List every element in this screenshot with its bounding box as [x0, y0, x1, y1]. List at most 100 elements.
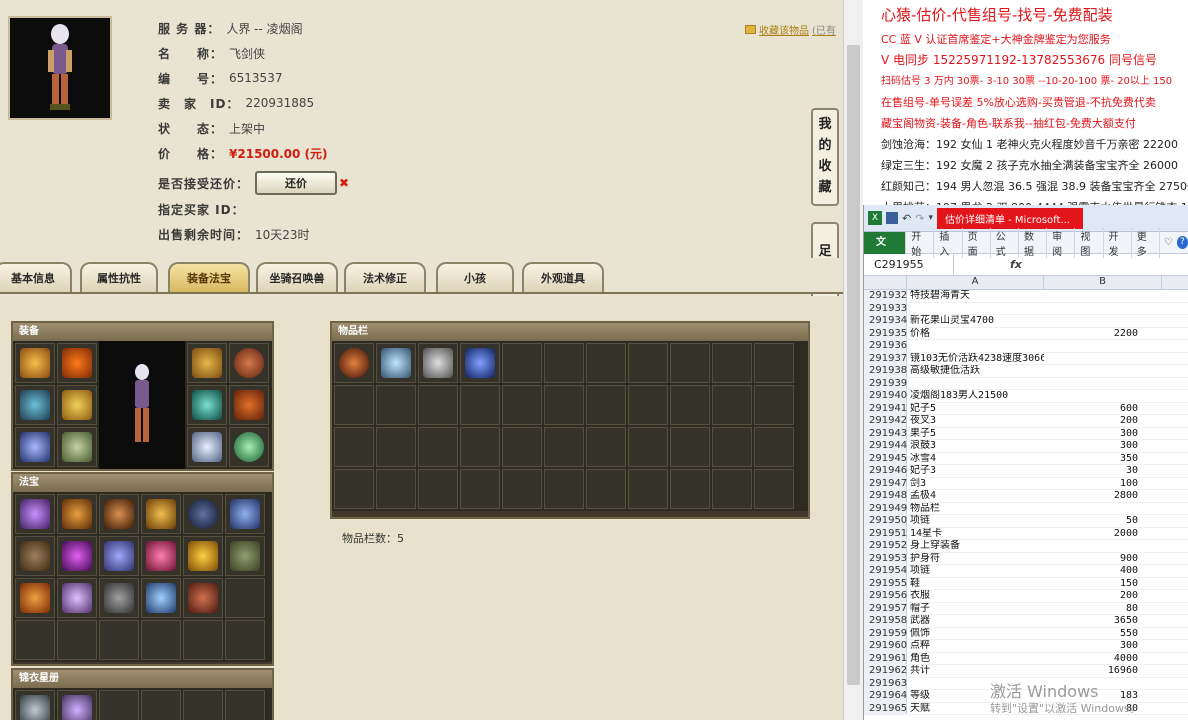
cell-b[interactable]: 30	[1044, 465, 1142, 477]
item-slot-empty[interactable]	[670, 427, 710, 467]
row-number[interactable]: 291964	[864, 690, 907, 702]
tab-equipment[interactable]: 装备法宝	[168, 262, 250, 292]
item-slot-empty[interactable]	[502, 427, 542, 467]
cell-b[interactable]: 3650	[1044, 615, 1142, 627]
corner-cell[interactable]	[864, 276, 907, 289]
tab-page-layout[interactable]: 页面	[963, 227, 991, 258]
tab-children[interactable]: 小孩	[436, 262, 514, 292]
item-slot-empty[interactable]	[460, 427, 500, 467]
row-number[interactable]: 291962	[864, 665, 907, 677]
treasure-slot[interactable]	[141, 578, 181, 618]
item-slot-empty[interactable]	[586, 469, 626, 509]
starbook-slot-empty[interactable]	[225, 690, 265, 720]
column-a-header[interactable]: A	[907, 276, 1044, 289]
tab-basic-info[interactable]: 基本信息	[0, 262, 72, 292]
tab-appearance[interactable]: 外观道具	[522, 262, 604, 292]
equip-slot-boots[interactable]	[57, 427, 97, 467]
name-box[interactable]: C291955	[864, 254, 954, 275]
item-slot-empty[interactable]	[628, 427, 668, 467]
treasure-slot[interactable]	[15, 578, 55, 618]
save-icon[interactable]	[886, 212, 898, 224]
cell-a[interactable]: 镜103无价活跃4238速度3066伤害80.8抗落定5.9	[907, 353, 1044, 365]
item-slot-empty[interactable]	[586, 385, 626, 425]
equip-slot-necklace[interactable]	[187, 343, 227, 383]
item-slot-empty[interactable]	[670, 385, 710, 425]
treasure-slot[interactable]	[225, 536, 265, 576]
row-number[interactable]: 291959	[864, 627, 907, 639]
row-number[interactable]: 291960	[864, 640, 907, 652]
item-slot-empty[interactable]	[712, 469, 752, 509]
fx-icon[interactable]: fx	[1010, 258, 1022, 271]
cell-b[interactable]: 4000	[1044, 653, 1142, 665]
row-number[interactable]: 291953	[864, 552, 907, 564]
cell-a[interactable]	[907, 378, 1044, 390]
tab-developer[interactable]: 开发	[1104, 227, 1132, 258]
cell-b[interactable]: 16960	[1044, 665, 1142, 677]
equip-slot-jade[interactable]	[187, 385, 227, 425]
row-number[interactable]: 291939	[864, 377, 907, 389]
treasure-slot[interactable]	[183, 536, 223, 576]
item-slot-empty[interactable]	[544, 343, 584, 383]
cell-a[interactable]: 14星卡	[907, 528, 1044, 540]
cell-b[interactable]	[1044, 353, 1142, 365]
close-icon[interactable]: ✖	[339, 176, 349, 190]
starbook-slot-empty[interactable]	[141, 690, 181, 720]
item-slot-empty[interactable]	[502, 385, 542, 425]
row-number[interactable]: 291958	[864, 615, 907, 627]
cell-a[interactable]	[907, 340, 1044, 352]
row-number[interactable]: 291942	[864, 415, 907, 427]
my-favorites-button[interactable]: 我的收藏	[811, 108, 839, 206]
treasure-slot[interactable]	[99, 494, 139, 534]
row-number[interactable]: 291961	[864, 652, 907, 664]
item-slot-empty[interactable]	[334, 385, 374, 425]
undo-icon[interactable]: ↶	[902, 212, 911, 225]
item-slot-empty[interactable]	[544, 469, 584, 509]
column-b-header[interactable]: B	[1044, 276, 1162, 289]
row-number[interactable]: 291934	[864, 315, 907, 327]
equip-slot-robe[interactable]	[57, 385, 97, 425]
tab-home[interactable]: 开始	[906, 227, 935, 258]
cell-b[interactable]: 300	[1044, 440, 1142, 452]
equip-slot-weapon[interactable]	[15, 385, 55, 425]
item-slot-empty[interactable]	[712, 343, 752, 383]
item-slot[interactable]	[460, 343, 500, 383]
row-number[interactable]: 291941	[864, 402, 907, 414]
cell-b[interactable]: 900	[1044, 553, 1142, 565]
row-number[interactable]: 291940	[864, 390, 907, 402]
cell-b[interactable]: 550	[1044, 628, 1142, 640]
cell-a[interactable]: 价格	[907, 328, 1044, 340]
tab-formulas[interactable]: 公式	[991, 227, 1019, 258]
item-slot-empty[interactable]	[418, 469, 458, 509]
cell-b[interactable]	[1044, 315, 1142, 327]
treasure-slot[interactable]	[141, 536, 181, 576]
cell-a[interactable]: 项链	[907, 515, 1044, 527]
item-slot-empty[interactable]	[544, 385, 584, 425]
cell-b[interactable]	[1044, 540, 1142, 552]
tab-insert[interactable]: 插入	[934, 227, 963, 258]
item-slot-empty[interactable]	[754, 343, 794, 383]
cell-b[interactable]: 2800	[1044, 490, 1142, 502]
treasure-slot-empty[interactable]	[99, 620, 139, 660]
treasure-slot-empty[interactable]	[183, 620, 223, 660]
cell-a[interactable]	[907, 303, 1044, 315]
treasure-slot[interactable]	[57, 578, 97, 618]
tab-more[interactable]: 更多	[1132, 227, 1160, 258]
treasure-slot-empty[interactable]	[57, 620, 97, 660]
treasure-slot[interactable]	[141, 494, 181, 534]
cell-a[interactable]: 护身符	[907, 553, 1044, 565]
counter-offer-button[interactable]: 还价	[255, 171, 338, 195]
tab-mounts-pets[interactable]: 坐骑召唤兽	[256, 262, 338, 292]
starbook-slot-empty[interactable]	[183, 690, 223, 720]
row-number[interactable]: 291943	[864, 427, 907, 439]
chevron-down-icon[interactable]: ▾	[928, 213, 933, 223]
cell-b[interactable]: 50	[1044, 515, 1142, 527]
cell-a[interactable]: 孟极4	[907, 490, 1044, 502]
treasure-slot-empty[interactable]	[225, 620, 265, 660]
treasure-slot-empty[interactable]	[225, 578, 265, 618]
cell-b[interactable]	[1044, 290, 1142, 302]
row-number[interactable]: 291945	[864, 452, 907, 464]
tab-data[interactable]: 数据	[1019, 227, 1048, 258]
cell-b[interactable]	[1044, 365, 1142, 377]
cell-b[interactable]: 2000	[1044, 528, 1142, 540]
item-slot-empty[interactable]	[460, 385, 500, 425]
